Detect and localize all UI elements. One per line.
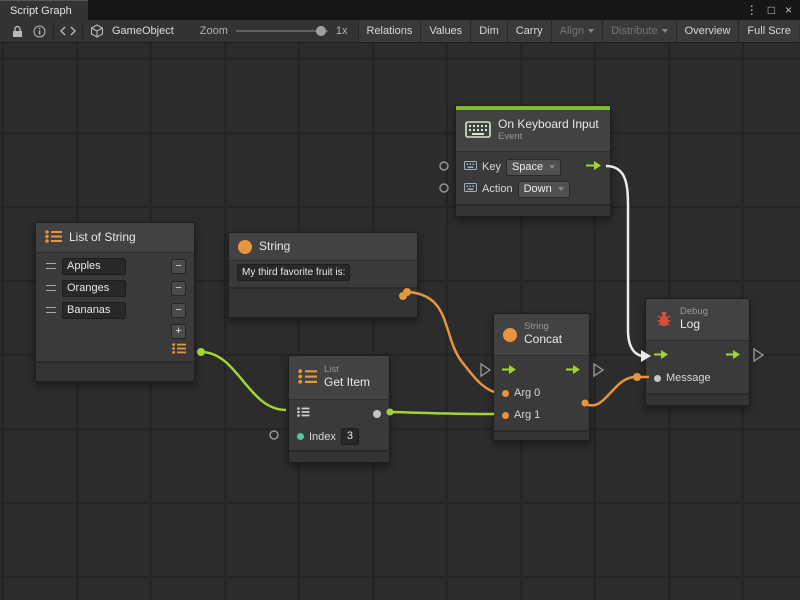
list-item-field[interactable]: Bananas — [62, 302, 126, 319]
key-port-label: Key — [482, 161, 501, 173]
string-value-field[interactable]: My third favorite fruit is: — [237, 264, 350, 281]
node-footer — [36, 361, 194, 381]
node-concat[interactable]: String Concat Arg 0 Arg 1 — [493, 313, 590, 441]
fullscreen-button[interactable]: Full Scre — [738, 20, 798, 42]
flow-output-port[interactable] — [726, 349, 741, 363]
node-footer — [229, 287, 417, 317]
graph-toolbar: GameObject Zoom 1x Relations Values Dim … — [0, 20, 800, 43]
carry-button[interactable]: Carry — [507, 20, 551, 42]
overview-button[interactable]: Overview — [676, 20, 739, 42]
zoom-value: 1x — [336, 25, 348, 37]
chevron-down-icon — [588, 29, 594, 33]
chevron-down-icon — [549, 165, 555, 169]
node-footer — [289, 450, 389, 462]
list-item-field[interactable]: Apples — [62, 258, 126, 275]
add-item-button[interactable]: + — [171, 324, 186, 339]
node-title: Log — [680, 318, 708, 332]
string-type-icon — [238, 240, 252, 254]
zoom-label: Zoom — [200, 25, 228, 37]
arg0-input-port[interactable] — [502, 390, 509, 397]
node-footer — [646, 393, 749, 405]
string-output-port[interactable] — [399, 292, 407, 300]
relations-button[interactable]: Relations — [358, 20, 421, 42]
zoom-slider[interactable] — [236, 25, 328, 37]
window-close-icon[interactable]: × — [785, 4, 792, 16]
drag-handle-icon[interactable] — [46, 307, 56, 313]
node-get-item[interactable]: List Get Item Index 3 — [288, 355, 390, 463]
message-label: Message — [666, 372, 711, 384]
list-item-field[interactable]: Oranges — [62, 280, 126, 297]
zoom-slider-handle[interactable] — [316, 26, 326, 36]
toolbar-divider — [82, 24, 83, 38]
remove-item-button[interactable]: − — [171, 303, 186, 318]
toolbar-buttons: Relations Values Dim Carry Align Distrib… — [358, 20, 799, 42]
action-port-label: Action — [482, 183, 513, 195]
drag-handle-icon[interactable] — [46, 263, 56, 269]
keycode-type-icon — [464, 161, 477, 173]
key-dropdown[interactable]: Space — [506, 159, 561, 176]
list-output-port[interactable] — [172, 343, 186, 357]
flow-input-port[interactable] — [654, 349, 669, 363]
node-debug-log[interactable]: Debug Log Message — [645, 298, 750, 406]
item-output-port[interactable] — [373, 410, 381, 418]
distribute-label: Distribute — [611, 25, 657, 37]
node-title: On Keyboard Input — [498, 118, 599, 132]
list-icon — [298, 369, 317, 387]
node-list-of-string[interactable]: List of String Apples − Oranges − Banana… — [35, 222, 195, 382]
remove-item-button[interactable]: − — [171, 281, 186, 296]
info-icon[interactable] — [28, 20, 50, 42]
zoom-slider-track[interactable] — [236, 30, 328, 32]
node-footer — [456, 204, 610, 216]
bug-icon — [655, 310, 673, 330]
code-icon[interactable] — [57, 20, 79, 42]
lock-icon[interactable] — [6, 20, 28, 42]
index-label: Index — [309, 431, 336, 443]
align-button: Align — [551, 20, 602, 42]
node-title: List of String — [69, 231, 136, 245]
key-dropdown-value: Space — [512, 161, 543, 174]
tab-label: Script Graph — [10, 5, 72, 17]
remove-item-button[interactable]: − — [171, 259, 186, 274]
node-title: Get Item — [324, 376, 370, 390]
keyboard-icon — [465, 121, 491, 141]
chevron-down-icon — [662, 29, 668, 33]
dim-button[interactable]: Dim — [470, 20, 507, 42]
node-on-keyboard-input[interactable]: On Keyboard Input Event Key Space — [455, 105, 611, 217]
unity-cube-icon — [86, 20, 108, 42]
node-title: String — [259, 240, 290, 254]
window-maximize-icon[interactable]: □ — [768, 4, 775, 16]
node-subtitle: Event — [498, 132, 599, 143]
tab-script-graph[interactable]: Script Graph — [0, 0, 88, 20]
action-dropdown[interactable]: Down — [518, 181, 570, 198]
list-input-port[interactable] — [297, 407, 310, 420]
action-dropdown-value: Down — [524, 183, 552, 196]
chevron-down-icon — [558, 187, 564, 191]
window-menu-icon[interactable]: ⋮ — [746, 4, 758, 16]
target-gameobject[interactable]: GameObject — [112, 25, 174, 37]
arg0-label: Arg 0 — [514, 387, 540, 399]
flow-input-port[interactable] — [502, 364, 517, 378]
drag-handle-icon[interactable] — [46, 285, 56, 291]
list-icon — [45, 230, 62, 246]
node-footer — [494, 430, 589, 440]
index-field[interactable]: 3 — [341, 428, 359, 445]
align-label: Align — [560, 25, 584, 37]
toolbar-divider — [53, 24, 54, 38]
string-type-icon — [503, 328, 517, 342]
keycode-type-icon — [464, 183, 477, 195]
title-bar: Script Graph ⋮ □ × — [0, 0, 800, 20]
message-input-port[interactable] — [654, 375, 661, 382]
window-controls: ⋮ □ × — [746, 0, 800, 20]
index-input-port[interactable] — [297, 433, 304, 440]
arg1-input-port[interactable] — [502, 412, 509, 419]
values-button[interactable]: Values — [420, 20, 470, 42]
flow-output-port[interactable] — [566, 364, 581, 378]
distribute-button: Distribute — [602, 20, 675, 42]
node-string-literal[interactable]: String My third favorite fruit is: — [228, 232, 418, 318]
arg1-label: Arg 1 — [514, 409, 540, 421]
flow-output-port[interactable] — [586, 160, 602, 174]
node-title: Concat — [524, 333, 562, 347]
graph-canvas[interactable]: On Keyboard Input Event Key Space — [0, 43, 800, 600]
